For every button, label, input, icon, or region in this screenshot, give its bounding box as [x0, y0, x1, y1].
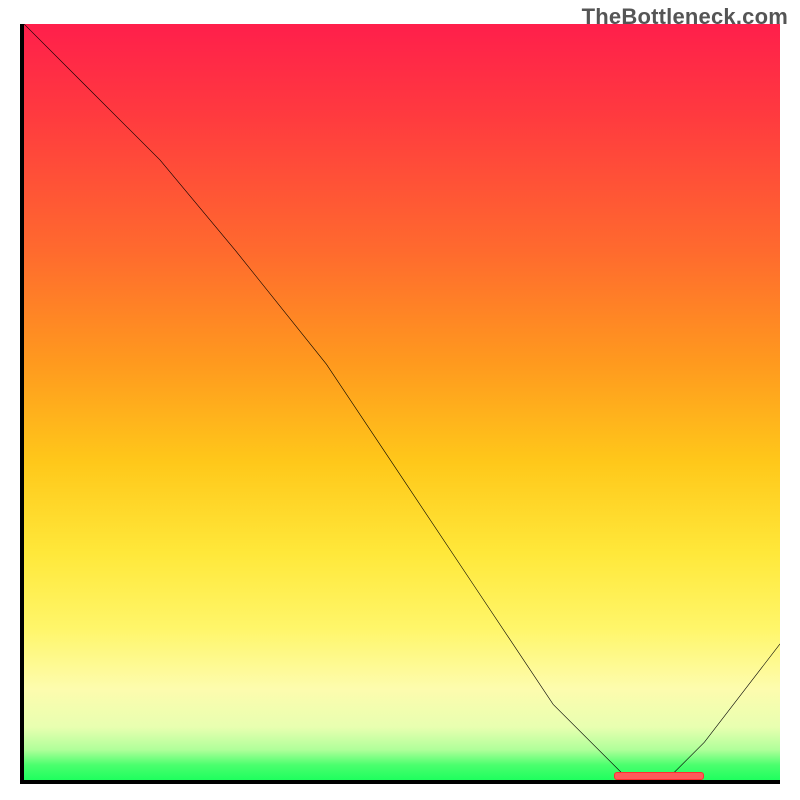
plot-area [20, 24, 780, 784]
chart-line-layer [24, 24, 780, 780]
minimum-marker [614, 772, 705, 780]
chart-curve-line [24, 24, 780, 780]
